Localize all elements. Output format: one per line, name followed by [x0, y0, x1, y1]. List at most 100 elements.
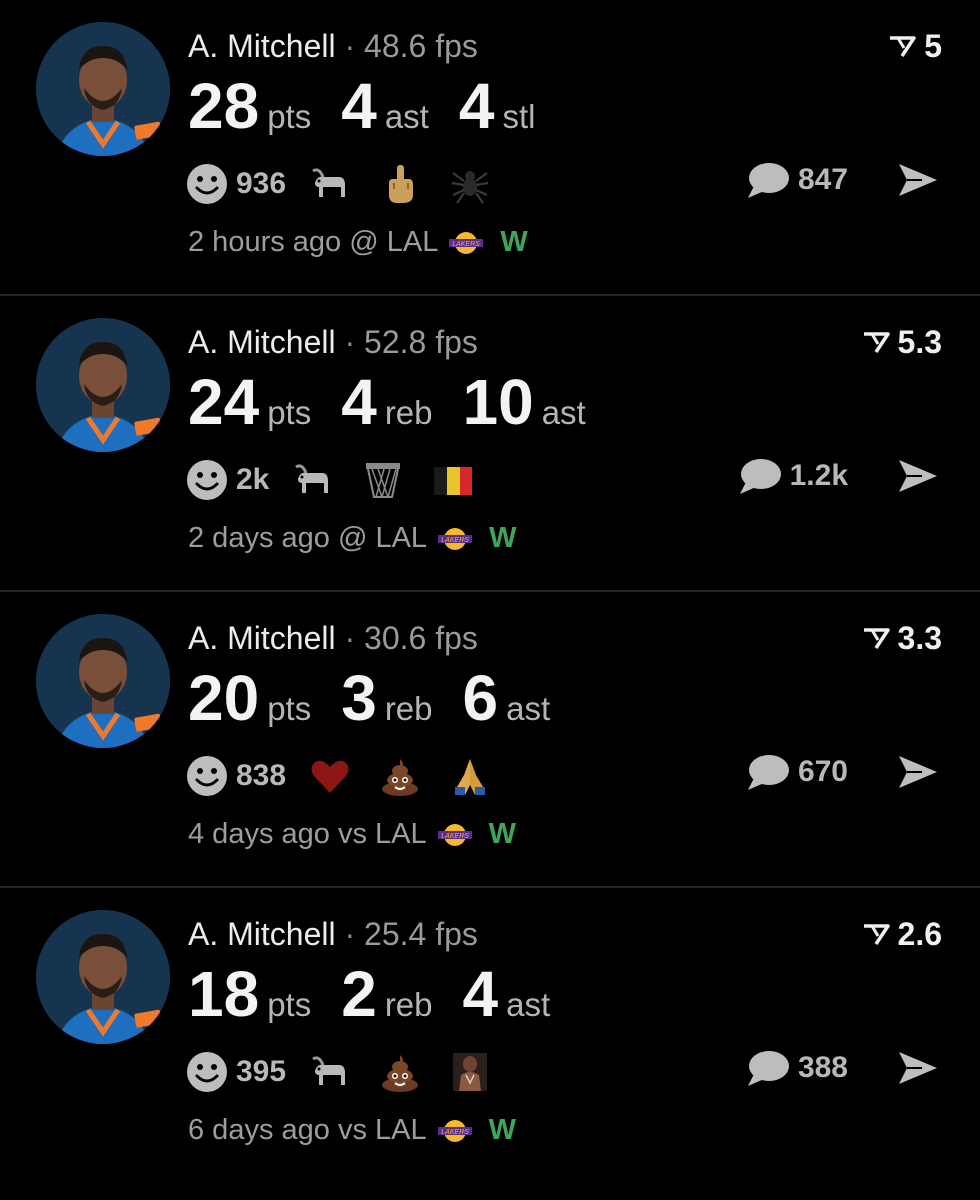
- spider-icon[interactable]: [448, 162, 492, 206]
- reactions-row: 2k: [186, 458, 501, 502]
- separator-dot: ·: [344, 324, 356, 360]
- time-ago: 4 days ago: [188, 818, 330, 850]
- heart-icon[interactable]: [308, 754, 352, 798]
- game-card[interactable]: A. Mitchell · 30.6 fps 3.3 20 pts 3 reb 6a…: [0, 592, 980, 888]
- comment-icon[interactable]: [738, 456, 782, 496]
- stat-line: 18 pts 2 reb 4 ast: [188, 962, 580, 1026]
- stat-points: 28 pts: [188, 74, 311, 138]
- comment-count[interactable]: 847: [798, 163, 848, 197]
- goat-icon[interactable]: [308, 162, 352, 206]
- game-result: W: [488, 1114, 516, 1146]
- reactions-row: 395: [186, 1050, 518, 1094]
- svg-text:LAKERS: LAKERS: [441, 537, 469, 544]
- rating-score: 5.3: [862, 324, 942, 361]
- card-header: A. Mitchell · 30.6 fps: [188, 620, 478, 657]
- comment-count[interactable]: 1.2k: [790, 459, 848, 493]
- comment-icon[interactable]: [746, 1048, 790, 1088]
- poop-icon[interactable]: [378, 1050, 422, 1094]
- stat-points: 24 pts: [188, 370, 311, 434]
- player-name[interactable]: A. Mitchell: [188, 620, 336, 656]
- separator-dot: ·: [344, 28, 356, 64]
- player-name[interactable]: A. Mitchell: [188, 324, 336, 360]
- rating-score: 3.3: [862, 620, 942, 657]
- goat-icon[interactable]: [291, 458, 335, 502]
- time-ago: 6 days ago: [188, 1114, 330, 1146]
- stat-unit: pts: [267, 394, 312, 431]
- game-card[interactable]: A. Mitchell · 25.4 fps 2.6 18 pts 2 reb 4a…: [0, 888, 980, 1184]
- player-avatar[interactable]: [36, 22, 170, 156]
- stat-line: 24 pts 4 reb 10 ast: [188, 370, 616, 434]
- card-header: A. Mitchell · 48.6 fps: [188, 28, 478, 65]
- game-log-feed: A. Mitchell · 48.6 fps 5 28 pts 4 ast 4 stl…: [0, 0, 980, 1184]
- game-meta: 4 days ago vs LAL LAKERS W: [188, 818, 516, 851]
- fantasy-points: 52.8 fps: [364, 324, 478, 360]
- add-reaction-button[interactable]: 2k: [186, 459, 291, 501]
- add-reaction-button[interactable]: 395: [186, 1051, 308, 1093]
- rating-value: 2.6: [897, 916, 942, 952]
- stat-line: 20 pts 3 reb 6 ast: [188, 666, 580, 730]
- game-card[interactable]: A. Mitchell · 52.8 fps 5.3 24 pts 4 reb 10…: [0, 296, 980, 592]
- stat-value: 18: [188, 958, 260, 1030]
- smiley-icon: [187, 1052, 227, 1092]
- player-avatar[interactable]: [36, 910, 170, 1044]
- time-ago: 2 days ago: [188, 522, 330, 554]
- rating-value: 3.3: [897, 620, 942, 656]
- reaction-count: 838: [236, 759, 287, 792]
- comment-icon[interactable]: [746, 160, 790, 200]
- player-name[interactable]: A. Mitchell: [188, 916, 336, 952]
- rating-icon: [863, 627, 890, 649]
- game-venue: vs LAL: [337, 1114, 427, 1146]
- reaction-count: 2k: [236, 463, 270, 496]
- time-ago: 2 hours ago: [188, 226, 342, 258]
- stat-assists: 4 ast: [341, 74, 429, 138]
- comments-row: 670: [746, 752, 940, 792]
- stat-unit: stl: [502, 98, 536, 135]
- player-sticker-icon[interactable]: [448, 1050, 492, 1094]
- rating-score: 5: [888, 28, 942, 65]
- comments-row: 388: [746, 1048, 940, 1088]
- game-meta: 6 days ago vs LAL LAKERS W: [188, 1114, 516, 1147]
- stat-rebounds: 4 reb: [341, 370, 432, 434]
- comment-count[interactable]: 388: [798, 1051, 848, 1085]
- share-icon[interactable]: [896, 160, 940, 200]
- smiley-icon: [187, 460, 227, 500]
- share-icon[interactable]: [896, 752, 940, 792]
- goat-icon[interactable]: [308, 1050, 352, 1094]
- stat-line: 28 pts 4 ast 4 stl: [188, 74, 565, 138]
- stat-points: 18 pts: [188, 962, 311, 1026]
- stat-unit: pts: [267, 98, 312, 135]
- belgium-flag-icon[interactable]: [431, 458, 475, 502]
- share-icon[interactable]: [896, 1048, 940, 1088]
- game-result: W: [489, 522, 517, 554]
- comment-count[interactable]: 670: [798, 755, 848, 789]
- comment-icon[interactable]: [746, 752, 790, 792]
- share-icon[interactable]: [896, 456, 940, 496]
- game-card[interactable]: A. Mitchell · 48.6 fps 5 28 pts 4 ast 4 stl…: [0, 0, 980, 296]
- stat-assists: 6 ast: [463, 666, 551, 730]
- stat-value: 2: [341, 958, 377, 1030]
- game-result: W: [488, 818, 516, 850]
- lakers-logo-icon: LAKERS: [437, 823, 472, 846]
- stat-value: 6: [462, 662, 499, 734]
- rating-icon: [863, 331, 890, 353]
- fantasy-points: 30.6 fps: [364, 620, 478, 656]
- rating-value: 5: [924, 28, 942, 64]
- stat-unit: pts: [267, 690, 312, 727]
- poop-icon[interactable]: [378, 754, 422, 798]
- add-reaction-button[interactable]: 838: [186, 755, 308, 797]
- player-avatar[interactable]: [36, 614, 170, 748]
- add-reaction-button[interactable]: 936: [186, 163, 308, 205]
- reactions-row: 838: [186, 754, 518, 798]
- basketball-net-icon[interactable]: [361, 458, 405, 502]
- game-venue: @ LAL: [349, 226, 439, 258]
- separator-dot: ·: [344, 916, 356, 952]
- player-name[interactable]: A. Mitchell: [188, 28, 336, 64]
- comments-row: 847: [746, 160, 940, 200]
- stat-value: 24: [188, 366, 260, 438]
- middle-finger-icon[interactable]: [378, 162, 422, 206]
- praying-hands-icon[interactable]: [448, 754, 492, 798]
- player-avatar[interactable]: [36, 318, 170, 452]
- stat-value: 4: [341, 366, 377, 438]
- stat-value: 3: [341, 662, 377, 734]
- stat-points: 20 pts: [188, 666, 311, 730]
